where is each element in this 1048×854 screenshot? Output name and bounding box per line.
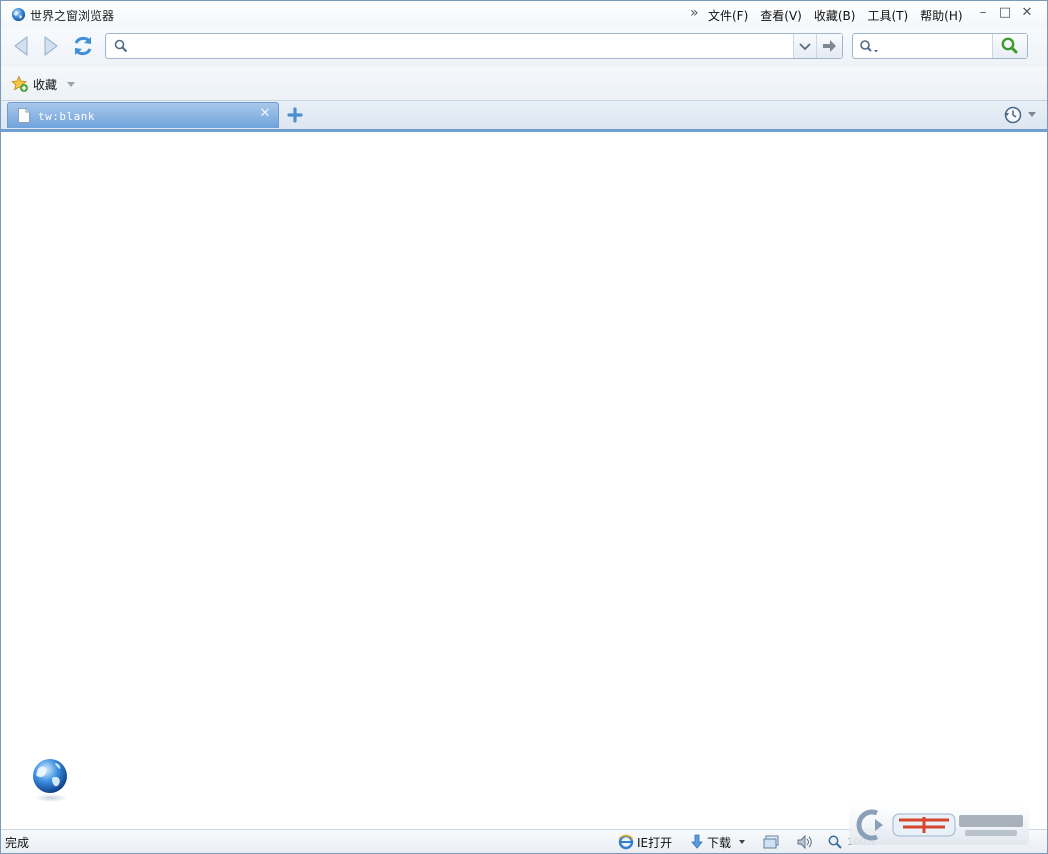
search-engine-selector-icon[interactable]: [859, 39, 881, 55]
ie-icon: [618, 834, 634, 850]
window-title: 世界之窗浏览器: [30, 9, 115, 23]
address-history-dropdown[interactable]: [793, 34, 816, 58]
zoom-icon: [828, 835, 842, 849]
download-arrow-icon: [691, 834, 703, 849]
chevron-down-icon[interactable]: [1028, 112, 1036, 117]
download-button[interactable]: 下载: [690, 833, 746, 851]
page-content[interactable]: [1, 132, 1047, 830]
navigation-toolbar: [1, 28, 1047, 67]
windows-button[interactable]: [763, 833, 779, 851]
new-tab-icon[interactable]: [286, 106, 304, 124]
address-input[interactable]: [134, 36, 788, 58]
mute-button[interactable]: [796, 833, 814, 851]
refresh-icon[interactable]: [70, 33, 96, 59]
favorites-label: 收藏: [33, 77, 58, 92]
menu-help[interactable]: 帮助(H): [920, 7, 962, 24]
chevron-down-icon: [67, 81, 76, 87]
watermark-logo: [849, 805, 1029, 845]
double-chevron-right-icon[interactable]: »: [690, 5, 699, 21]
status-text: 完成: [5, 836, 30, 850]
tab-close-icon[interactable]: ✕: [258, 107, 272, 121]
close-button[interactable]: ✕: [1018, 5, 1036, 21]
ie-open-label: IE打开: [637, 835, 673, 850]
maximize-button[interactable]: □: [996, 5, 1014, 21]
tab-blank[interactable]: tw:blank ✕: [7, 102, 279, 128]
tab-bar: tw:blank ✕: [1, 101, 1047, 132]
chevron-down-icon: [799, 43, 811, 51]
globe-logo-icon: [33, 759, 67, 802]
back-icon[interactable]: [9, 33, 35, 59]
menu-favorites[interactable]: 收藏(B): [814, 7, 856, 24]
minimize-button[interactable]: –: [974, 5, 992, 21]
window-icon: [763, 835, 779, 849]
title-bar: 世界之窗浏览器 » 文件(F) 查看(V) 收藏(B) 工具(T) 帮助(H) …: [1, 1, 1047, 28]
search-go-icon: [1001, 37, 1018, 54]
address-bar: [105, 33, 843, 59]
arrow-right-icon: [823, 40, 836, 52]
download-label: 下载: [707, 835, 732, 850]
history-clock-icon[interactable]: [1003, 105, 1023, 125]
forward-icon[interactable]: [37, 33, 63, 59]
favorites-bar: 收藏: [1, 67, 1047, 101]
favorites-button[interactable]: 收藏: [11, 74, 76, 94]
search-button[interactable]: [992, 34, 1027, 58]
ie-open-button[interactable]: IE打开: [618, 833, 672, 851]
menu-view[interactable]: 查看(V): [760, 7, 802, 24]
chevron-down-icon[interactable]: [739, 840, 746, 844]
globe-app-icon: [11, 7, 26, 22]
star-add-icon: [11, 75, 28, 92]
speaker-icon: [797, 834, 812, 850]
tab-title: tw:blank: [38, 110, 95, 123]
search-icon: [114, 39, 128, 53]
menu-file[interactable]: 文件(F): [708, 7, 748, 24]
menu-tools[interactable]: 工具(T): [867, 7, 908, 24]
search-input[interactable]: [881, 36, 993, 58]
go-button[interactable]: [816, 34, 842, 58]
browser-window: 世界之窗浏览器 » 文件(F) 查看(V) 收藏(B) 工具(T) 帮助(H) …: [0, 0, 1048, 854]
menu-bar: 文件(F) 查看(V) 收藏(B) 工具(T) 帮助(H): [708, 7, 975, 24]
search-box: [852, 33, 1028, 59]
page-icon: [18, 108, 30, 123]
